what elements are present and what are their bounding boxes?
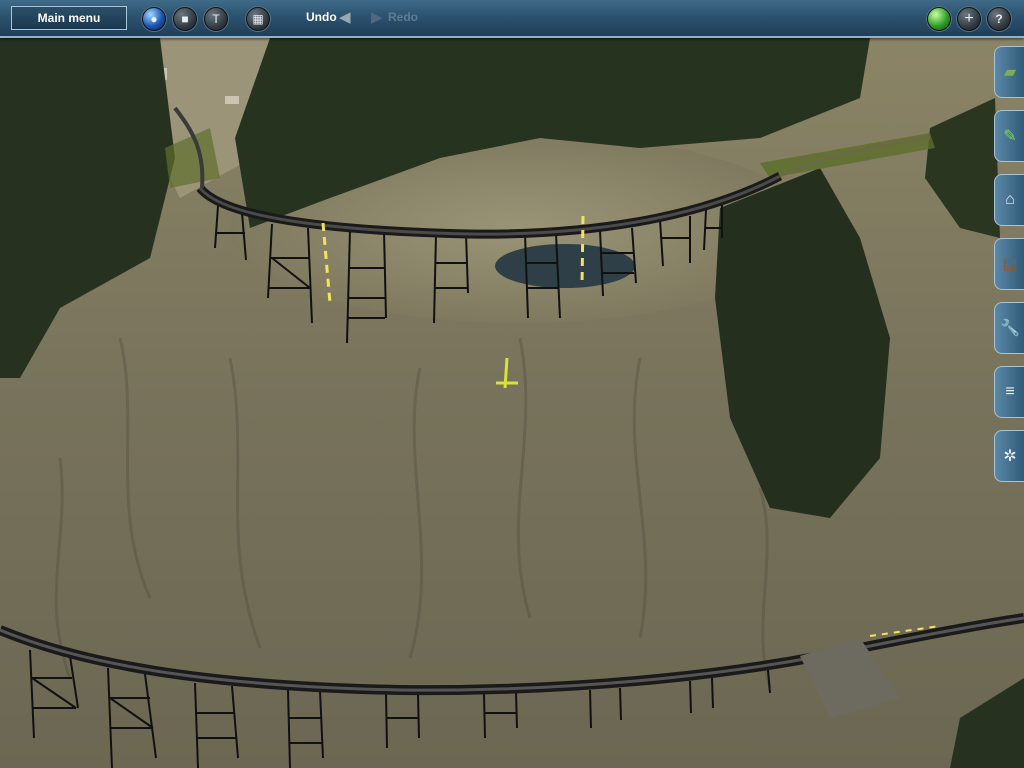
game-viewport[interactable] — [0, 38, 1024, 768]
redo-arrow-icon: ▶ — [371, 9, 383, 26]
distant-building — [225, 96, 239, 104]
status-light-icon[interactable] — [927, 7, 951, 31]
undo-button[interactable]: Undo — [306, 10, 337, 24]
layers-icon: ≡ — [1005, 383, 1015, 400]
main-menu-button[interactable]: Main menu — [11, 6, 127, 30]
track-tool-icon[interactable]: T — [204, 7, 228, 31]
undo-arrow-icon[interactable]: ◀ — [339, 8, 351, 26]
track-icon: ▤ — [1002, 256, 1018, 273]
house-icon: ⌂ — [1005, 191, 1015, 208]
pond — [495, 244, 635, 288]
terrain-view[interactable] — [0, 38, 1024, 768]
layers-tool-tab[interactable]: ≡ — [994, 366, 1024, 418]
paint-tool-tab[interactable]: ✎ — [994, 110, 1024, 162]
compass-icon: ✲ — [1003, 448, 1017, 465]
terrain-icon: ▰ — [1003, 64, 1017, 81]
top-toolbar: Main menu ● ■ T ▦ Undo ◀ ▶ Redo + ? — [0, 0, 1024, 38]
stop-icon[interactable]: ■ — [173, 7, 197, 31]
wrench-icon: 🔧 — [1000, 320, 1020, 337]
wrench-tool-tab[interactable]: 🔧 — [994, 302, 1024, 354]
terrain-tool-tab[interactable]: ▰ — [994, 46, 1024, 98]
grid-icon[interactable]: ▦ — [246, 7, 270, 31]
redo-button: Redo — [388, 10, 418, 24]
track-tool-tab[interactable]: ▤ — [994, 238, 1024, 290]
objects-tool-tab[interactable]: ⌂ — [994, 174, 1024, 226]
compass-tool-tab[interactable]: ✲ — [994, 430, 1024, 482]
help-icon[interactable]: ? — [987, 7, 1011, 31]
view-mode-icon[interactable]: ● — [142, 7, 166, 31]
paint-brush-icon: ✎ — [1003, 128, 1017, 145]
add-icon[interactable]: + — [957, 7, 981, 31]
